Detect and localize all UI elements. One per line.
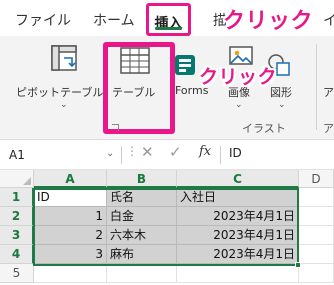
cell-b4[interactable]: 麻布 (107, 245, 177, 264)
formula-divider (220, 146, 221, 164)
table-icon[interactable] (119, 46, 151, 80)
cell-c1[interactable]: 入社日 (177, 188, 299, 207)
row-header-2[interactable]: 2 (0, 207, 34, 226)
name-box[interactable]: A1 ⌄ (3, 144, 119, 166)
tab-insert[interactable]: 挿入 (146, 3, 191, 36)
cell-d2[interactable] (299, 207, 334, 226)
tab-home[interactable]: ホーム (93, 10, 135, 30)
chevron-down-icon[interactable]: ⌄ (235, 100, 243, 110)
annotation-click-table: クリック (199, 66, 278, 88)
cell-d3[interactable] (299, 226, 334, 245)
cancel-icon[interactable]: ✕ (141, 143, 154, 161)
tab-partial[interactable]: イ (323, 10, 334, 30)
group-launcher-icon[interactable] (112, 124, 119, 131)
formula-input[interactable]: ID (229, 146, 242, 160)
cell-b1[interactable]: 氏名 (107, 188, 177, 207)
cell-a1[interactable]: ID (34, 188, 107, 207)
cell-a3[interactable]: 2 (34, 226, 107, 245)
pivot-table-icon[interactable] (50, 44, 82, 78)
row-header-5[interactable]: 5 (0, 264, 34, 283)
active-tab-indicator (155, 27, 182, 30)
name-box-value: A1 (9, 148, 25, 162)
column-header-a[interactable]: A (34, 170, 107, 188)
row-header-1[interactable]: 1 (0, 188, 34, 207)
annotation-click-tab: クリック (223, 9, 314, 34)
fill-handle[interactable] (295, 262, 301, 268)
cell-a4[interactable]: 3 (34, 245, 107, 264)
chevron-down-icon[interactable]: ⌄ (60, 100, 68, 110)
enter-icon[interactable]: ✓ (169, 143, 182, 161)
formula-bar: A1 ⌄ ⋮ ✕ ✓ fx ID (0, 140, 334, 170)
cell-c5[interactable] (177, 264, 299, 283)
cell-c3[interactable]: 2023年4月1日 (177, 226, 299, 245)
tab-insert-label: 挿入 (154, 16, 183, 32)
cell-a2[interactable]: 1 (34, 207, 107, 226)
ribbon-group-divider (316, 44, 317, 130)
formula-divider (121, 146, 122, 164)
chevron-down-icon[interactable]: ⌄ (278, 100, 286, 110)
cell-d1[interactable] (299, 188, 334, 207)
cell-b2[interactable]: 白金 (107, 207, 177, 226)
insert-function-icon[interactable]: fx (199, 144, 211, 159)
select-all-button[interactable] (0, 170, 34, 188)
column-header-b[interactable]: B (107, 170, 177, 188)
row-header-3[interactable]: 3 (0, 226, 34, 245)
table-button-label[interactable]: テーブル (112, 84, 155, 100)
cell-b3[interactable]: 六本木 (107, 226, 177, 245)
pivot-table-button[interactable]: ピボットテーブル (16, 84, 103, 100)
tab-file[interactable]: ファイル (15, 10, 71, 30)
cell-d5[interactable] (299, 264, 334, 283)
column-header-c[interactable]: C (177, 170, 299, 188)
column-header-d[interactable]: D (299, 170, 334, 188)
cell-c4[interactable]: 2023年4月1日 (177, 245, 299, 264)
cell-b5[interactable] (107, 264, 177, 283)
illustrations-group-label: イラスト (242, 122, 286, 135)
cell-d4[interactable] (299, 245, 334, 264)
cell-a5[interactable] (34, 264, 107, 283)
cell-c2[interactable]: 2023年4月1日 (177, 207, 299, 226)
worksheet-grid: A B C D 1 2 3 4 5 ID 氏名 入社日 1 白金 2023年4月… (0, 170, 334, 285)
row-header-4[interactable]: 4 (0, 245, 34, 264)
formula-bar-more-icon[interactable]: ⋮ (126, 144, 138, 158)
forms-icon[interactable] (174, 54, 196, 80)
ribbon-partial-label[interactable]: ア (323, 84, 334, 100)
chevron-down-icon[interactable]: ⌄ (106, 148, 114, 159)
ribbon-panel: ピボットテーブル ⌄ テーブル Forms 画像 ⌄ 図形 ⌄ イラスト ア ア (0, 36, 334, 140)
ribbon-partial-group: ア (323, 122, 334, 135)
